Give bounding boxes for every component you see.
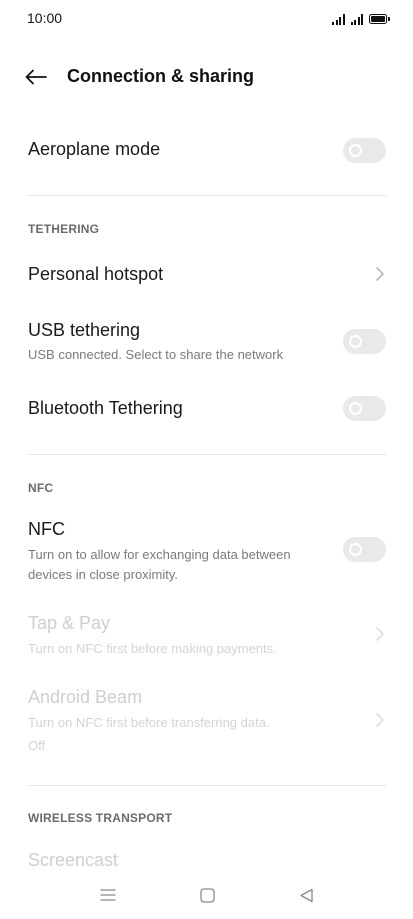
chevron-right-icon xyxy=(376,627,384,641)
usb-tethering-label: USB tethering xyxy=(28,320,141,340)
status-icons xyxy=(332,11,390,25)
back-triangle-icon xyxy=(299,888,313,902)
signal-icon xyxy=(332,13,345,25)
nav-home-button[interactable] xyxy=(195,883,219,907)
tap-pay-row[interactable]: Tap & Pay Turn on NFC first before makin… xyxy=(0,610,413,662)
divider xyxy=(28,195,386,196)
bluetooth-tethering-toggle[interactable] xyxy=(343,396,386,421)
nav-back-button[interactable] xyxy=(294,883,318,907)
status-time: 10:00 xyxy=(27,10,63,26)
android-beam-label: Android Beam xyxy=(28,687,143,707)
battery-icon xyxy=(369,14,390,24)
divider xyxy=(28,454,386,455)
screencast-row[interactable]: Screencast xyxy=(0,846,413,876)
divider xyxy=(28,785,386,786)
personal-hotspot-label: Personal hotspot xyxy=(28,264,164,284)
bluetooth-tethering-row[interactable]: Bluetooth Tethering xyxy=(0,390,413,430)
android-beam-subtitle: Turn on NFC first before transferring da… xyxy=(28,715,270,730)
chevron-right-icon xyxy=(376,267,384,281)
arrow-left-icon xyxy=(25,69,47,85)
aeroplane-mode-label: Aeroplane mode xyxy=(28,139,161,159)
section-header-tethering: TETHERING xyxy=(28,222,100,236)
header: Connection & sharing xyxy=(0,56,413,98)
status-bar: 10:00 xyxy=(0,0,413,36)
nav-menu-button[interactable] xyxy=(96,883,120,907)
personal-hotspot-row[interactable]: Personal hotspot xyxy=(0,254,413,294)
tap-pay-subtitle: Turn on NFC first before making payments… xyxy=(28,641,277,656)
section-header-wireless-transport: WIRELESS TRANSPORT xyxy=(28,811,173,825)
screencast-label: Screencast xyxy=(28,850,119,870)
home-square-icon xyxy=(199,887,215,903)
nfc-label: NFC xyxy=(28,519,65,539)
navigation-bar xyxy=(0,875,413,919)
nfc-toggle[interactable] xyxy=(343,537,386,562)
back-button[interactable] xyxy=(22,63,50,91)
signal-icon xyxy=(350,13,363,25)
android-beam-status: Off xyxy=(28,738,46,753)
nfc-row[interactable]: NFC Turn on to allow for exchanging data… xyxy=(0,515,413,587)
usb-tethering-row[interactable]: USB tethering USB connected. Select to s… xyxy=(0,316,413,370)
tap-pay-label: Tap & Pay xyxy=(28,613,111,633)
usb-tethering-subtitle: USB connected. Select to share the netwo… xyxy=(28,347,284,362)
chevron-right-icon xyxy=(376,713,384,727)
usb-tethering-toggle[interactable] xyxy=(343,329,386,354)
page-title: Connection & sharing xyxy=(67,66,255,86)
nfc-subtitle: Turn on to allow for exchanging data bet… xyxy=(28,547,291,582)
section-header-nfc: NFC xyxy=(28,481,54,495)
aeroplane-mode-toggle[interactable] xyxy=(343,138,386,163)
aeroplane-mode-row[interactable]: Aeroplane mode xyxy=(0,128,413,172)
bluetooth-tethering-label: Bluetooth Tethering xyxy=(28,398,183,418)
android-beam-row[interactable]: Android Beam Turn on NFC first before tr… xyxy=(0,684,413,760)
menu-icon xyxy=(100,889,116,901)
